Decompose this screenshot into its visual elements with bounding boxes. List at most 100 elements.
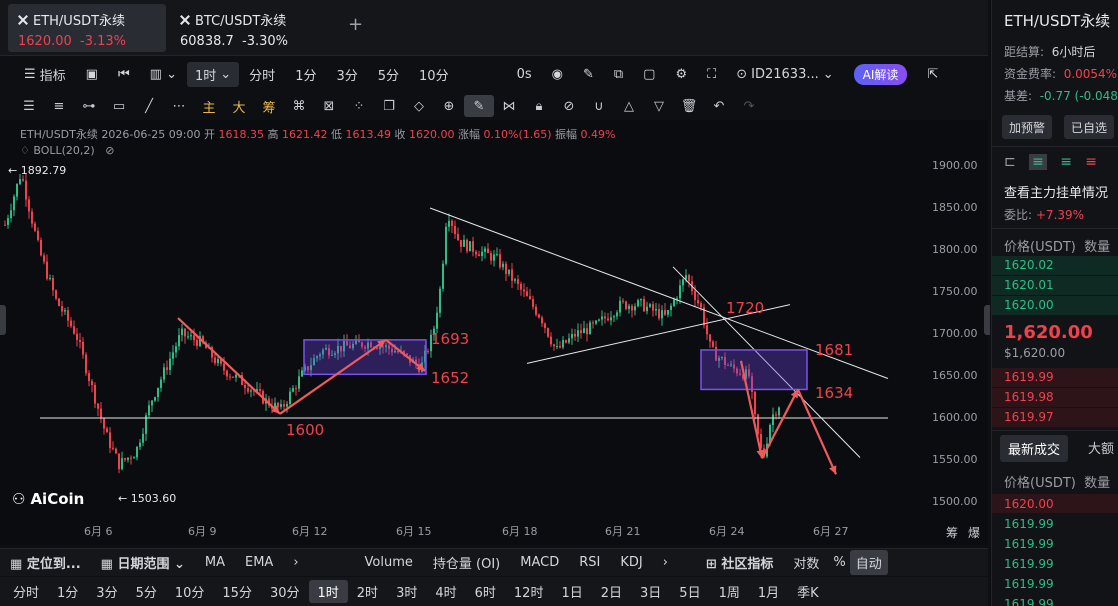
panel-resize-handle-right[interactable] — [984, 305, 990, 335]
dotline-icon[interactable]: ⋯ — [164, 95, 194, 117]
locate-button[interactable]: ▦ 定位到... — [0, 553, 91, 572]
camera-icon[interactable]: ◉ — [542, 67, 573, 82]
close-icon[interactable] — [18, 15, 28, 25]
settings-icon[interactable]: ⚙ — [665, 67, 697, 82]
chevron-right-icon[interactable]: › — [653, 555, 678, 570]
book-mixed-icon[interactable]: ≡ — [1085, 154, 1097, 170]
interval-select[interactable]: 1时 ⌄ — [186, 61, 240, 87]
interval-option[interactable]: 4时 — [426, 580, 465, 603]
interval-option[interactable]: 3时 — [387, 580, 426, 603]
orderbook-link[interactable]: 查看主力挂单情况 — [1004, 182, 1108, 201]
indicator-ema[interactable]: EMA — [235, 555, 283, 570]
trades-tab[interactable]: 最新成交 — [1000, 435, 1069, 462]
ask-row[interactable]: 1619.99 — [1004, 370, 1054, 384]
undo-icon[interactable]: ↶ — [704, 95, 734, 117]
main-force-button[interactable]: 主 — [194, 95, 224, 117]
indicator-button[interactable]: ☰ 指标 — [14, 65, 76, 84]
add-tab-button[interactable]: + — [348, 14, 363, 35]
interval-option[interactable]: 5分 — [127, 580, 166, 603]
hline-icon[interactable]: ⊶ — [74, 95, 104, 117]
log-scale-toggle[interactable]: 对数 — [783, 553, 829, 572]
interval-3[interactable]: 3分 — [326, 65, 367, 84]
image-icon[interactable]: ▢ — [633, 67, 665, 82]
pen-icon[interactable]: ✎ — [573, 67, 604, 82]
interval-option[interactable]: 12时 — [505, 580, 553, 603]
close-icon[interactable] — [180, 15, 190, 25]
trash-icon[interactable]: 🗑︎ — [674, 95, 704, 117]
community-indicator-button[interactable]: ⊞ 社区指标 — [696, 553, 783, 572]
ask-row[interactable]: 1619.98 — [1004, 390, 1054, 404]
magnet-icon[interactable]: ⌘ — [284, 95, 314, 117]
export-icon[interactable]: ⇱ — [917, 67, 948, 82]
panel-resize-handle[interactable] — [0, 305, 6, 335]
interval-5[interactable]: 10分 — [409, 65, 459, 84]
bid-row[interactable]: 1620.00 — [1004, 298, 1054, 312]
bell-icon[interactable]: ♢ — [20, 144, 30, 157]
boll-legend[interactable]: ♢ BOLL(20,2) ⊘ — [20, 144, 114, 157]
redo-icon[interactable]: ↷ — [734, 95, 764, 117]
bid-row[interactable]: 1620.02 — [1004, 258, 1054, 272]
interval-2[interactable]: 1分 — [285, 65, 326, 84]
interval-option[interactable]: 3分 — [87, 580, 126, 603]
chip-axis-button[interactable]: 筹 — [946, 524, 958, 541]
tab-eth[interactable]: ETH/USDT永续 1620.00 -3.13% — [8, 4, 166, 52]
big-order-button[interactable]: 大 — [224, 95, 254, 117]
interval-4[interactable]: 5分 — [368, 65, 409, 84]
price-axis[interactable]: 1900.00 1850.00 1800.00 1750.00 1700.00 1650.… — [920, 120, 988, 520]
date-range-button[interactable]: ▦ 日期范围 ⌄ — [91, 553, 195, 572]
account-select[interactable]: ⊙ ID21633... ⌄ — [726, 67, 843, 82]
book-asks-icon[interactable]: ≡ — [1060, 154, 1072, 170]
candlestick-chart[interactable] — [0, 120, 988, 545]
fullscreen-icon[interactable]: ⛶ — [697, 67, 726, 82]
chip-button[interactable]: 筹 — [254, 95, 284, 117]
liquidation-axis-button[interactable]: 爆 — [968, 524, 980, 541]
eye-off-icon[interactable]: ⊘ — [98, 144, 114, 157]
interval-option[interactable]: 2时 — [348, 580, 387, 603]
interval-option[interactable]: 10分 — [166, 580, 214, 603]
indicator-rsi[interactable]: RSI — [569, 555, 610, 570]
chevron-right-icon[interactable]: › — [283, 555, 308, 570]
lock-icon[interactable]: 🔒︎ — [524, 95, 554, 117]
layout-icon[interactable]: ▣ — [76, 67, 108, 82]
bid-row[interactable]: 1620.01 — [1004, 278, 1054, 292]
brush-icon[interactable]: ✎ — [464, 95, 494, 117]
interval-option[interactable]: 1日 — [552, 580, 591, 603]
interval-1[interactable]: 分时 — [239, 65, 285, 84]
interval-option[interactable]: 6时 — [466, 580, 505, 603]
interval-option[interactable]: 5日 — [670, 580, 709, 603]
add-alert-button[interactable]: 加预警 — [1002, 115, 1053, 139]
chart-canvas[interactable] — [0, 120, 988, 545]
favorite-button[interactable]: 已自选 — [1064, 115, 1115, 139]
magnet2-icon[interactable]: ∪ — [584, 95, 614, 117]
interval-option[interactable]: 1月 — [749, 580, 788, 603]
grid-icon[interactable]: ⁘ — [344, 95, 374, 117]
eraser-icon[interactable]: ◇ — [404, 95, 434, 117]
interval-option[interactable]: 分时 — [4, 580, 48, 603]
menu-icon[interactable]: ☰ — [14, 95, 44, 117]
percent-scale-toggle[interactable]: % — [829, 555, 849, 570]
indicator-kdj[interactable]: KDJ — [610, 555, 652, 570]
interval-option[interactable]: 1周 — [710, 580, 749, 603]
indicator-oi[interactable]: 持仓量 (OI) — [423, 553, 510, 572]
ask-row[interactable]: 1619.97 — [1004, 410, 1054, 424]
tab-btc[interactable]: BTC/USDT永续 60838.7 -3.30% — [170, 4, 330, 52]
trendline-icon[interactable]: ╱ — [134, 95, 164, 117]
interval-option[interactable]: 1时 — [308, 580, 348, 603]
seconds-button[interactable]: 0s — [507, 67, 542, 82]
measure-icon[interactable]: ⊠ — [314, 95, 344, 117]
indicator-macd[interactable]: MACD — [510, 555, 569, 570]
interval-option[interactable]: 30分 — [261, 580, 309, 603]
ai-interpret-button[interactable]: AI解读 — [844, 63, 918, 85]
pattern-icon[interactable]: ⋈ — [494, 95, 524, 117]
interval-option[interactable]: 季K — [788, 580, 828, 603]
interval-option[interactable]: 2日 — [592, 580, 631, 603]
interval-option[interactable]: 3日 — [631, 580, 670, 603]
indicator-volume[interactable]: Volume — [355, 555, 423, 570]
book-bids-icon[interactable]: ≡ — [1029, 154, 1047, 170]
big-trades-tab[interactable]: 大额 — [1088, 438, 1114, 457]
copy-icon[interactable]: ❐ — [374, 95, 404, 117]
zoom-icon[interactable]: ⊕ — [434, 95, 464, 117]
rect-icon[interactable]: ▭ — [104, 95, 134, 117]
indicator-ma[interactable]: MA — [195, 555, 235, 570]
interval-option[interactable]: 1分 — [48, 580, 87, 603]
